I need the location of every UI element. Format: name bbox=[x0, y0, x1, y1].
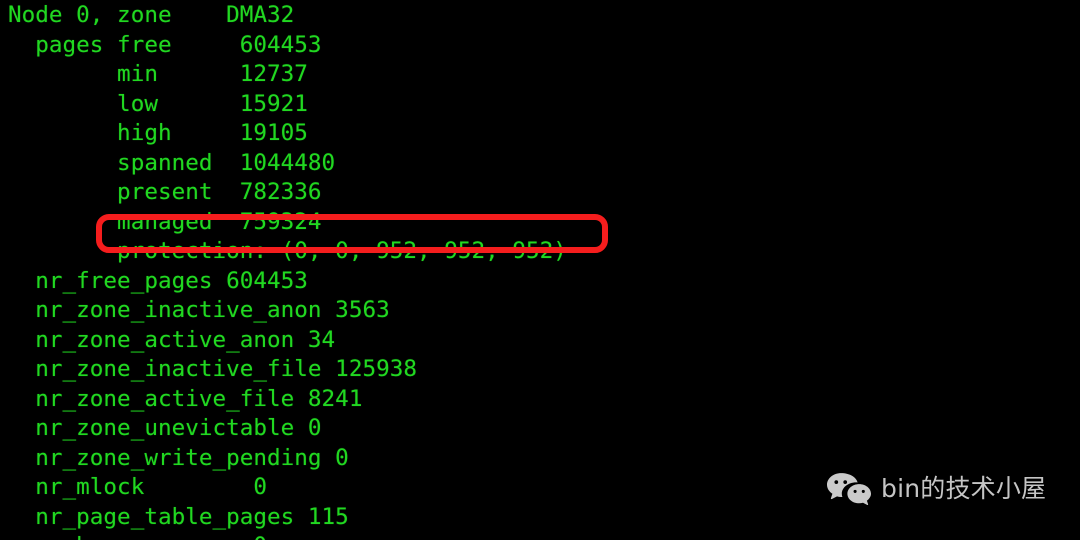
terminal-line: nr_mlock 0 bbox=[8, 474, 268, 500]
terminal-line: Node 0, zone DMA32 bbox=[8, 2, 295, 28]
terminal-line: min 12737 bbox=[8, 61, 308, 87]
terminal-output: Node 0, zone DMA32 pages free 604453 min… bbox=[0, 0, 1080, 540]
terminal-line: nr_free_pages 604453 bbox=[8, 267, 308, 294]
terminal-line: nr_bounce 0 bbox=[8, 532, 267, 540]
terminal-line: nr_page_table_pages 115 bbox=[8, 503, 349, 530]
terminal-line: pages free 604453 bbox=[8, 31, 322, 58]
terminal-line: spanned 1044480 bbox=[8, 149, 336, 176]
terminal-line: low 15921 bbox=[8, 90, 308, 117]
terminal-line: high 19105 bbox=[8, 120, 308, 146]
terminal-line: present 782336 bbox=[8, 179, 322, 205]
terminal-line: nr_zone_write_pending 0 bbox=[8, 444, 349, 471]
terminal-line: nr_zone_active_anon 34 bbox=[8, 326, 336, 353]
terminal-line: protection: (0, 0, 952, 952, 952) bbox=[8, 238, 567, 264]
terminal-line: nr_zone_unevictable 0 bbox=[8, 415, 322, 441]
terminal-line: nr_zone_inactive_file 125938 bbox=[8, 356, 417, 382]
terminal-line: nr_zone_active_file 8241 bbox=[8, 385, 363, 412]
watermark-label: bin的技术小屋 bbox=[881, 474, 1047, 503]
terminal-line: managed 759324 bbox=[8, 208, 322, 235]
wechat-icon bbox=[826, 472, 872, 506]
terminal-line: nr_zone_inactive_anon 3563 bbox=[8, 297, 390, 323]
terminal-screenshot: Node 0, zone DMA32 pages free 604453 min… bbox=[0, 0, 1080, 540]
watermark: bin的技术小屋 bbox=[826, 472, 1046, 506]
